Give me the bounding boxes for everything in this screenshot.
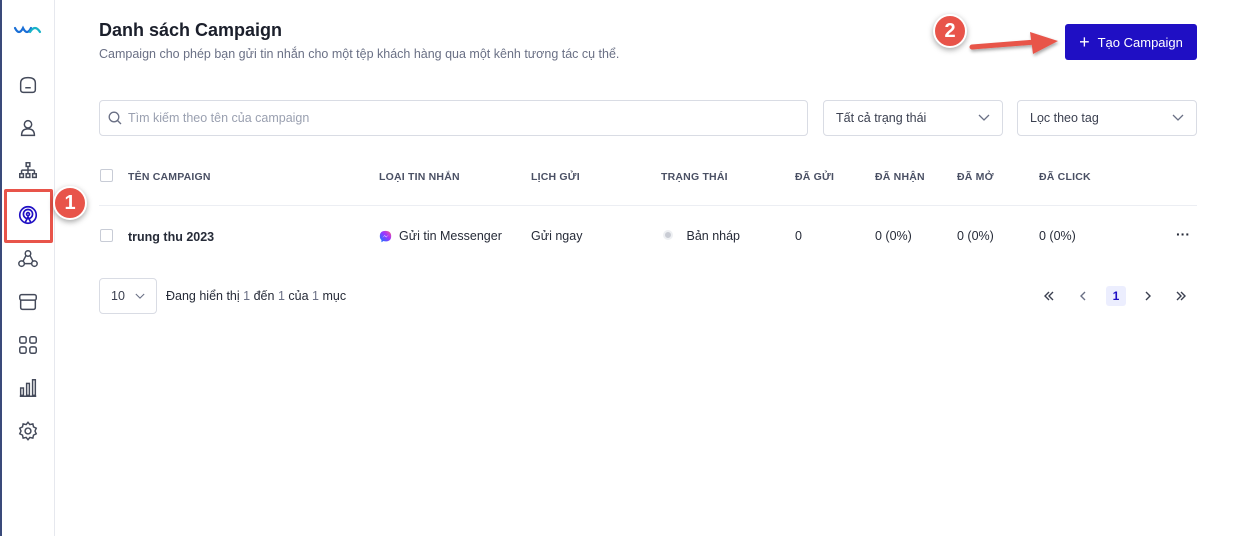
col-sent[interactable]: ĐÃ GỬI	[795, 171, 834, 183]
main-content: Danh sách Campaign Campaign cho phép bạn…	[56, 0, 1242, 536]
message-type-label: Gửi tin Messenger	[399, 229, 502, 243]
sidebar	[0, 0, 55, 536]
table-row[interactable]: trung thu 2023 Gửi tin Messenger Gửi nga…	[99, 207, 1197, 263]
nav-home-icon[interactable]	[15, 72, 41, 98]
row-more-actions-icon[interactable]: ···	[1176, 226, 1190, 242]
brand-logo[interactable]	[13, 22, 43, 40]
tag-filter-value: Lọc theo tag	[1030, 111, 1099, 125]
received-cell: 0 (0%)	[875, 229, 912, 243]
col-campaign-name[interactable]: TÊN CAMPAIGN	[128, 171, 211, 183]
campaign-name-link[interactable]: trung thu 2023	[128, 230, 214, 244]
page-size-select[interactable]: 10	[99, 278, 157, 314]
select-all-checkbox[interactable]	[100, 169, 113, 182]
col-received[interactable]: ĐÃ NHẬN	[875, 171, 925, 183]
page-subtitle: Campaign cho phép bạn gửi tin nhắn cho m…	[99, 47, 620, 61]
step-badge-2: 2	[933, 14, 967, 48]
sent-cell: 0	[795, 229, 802, 243]
nav-segments-icon[interactable]	[15, 246, 41, 272]
clicked-cell: 0 (0%)	[1039, 229, 1076, 243]
nav-settings-icon[interactable]	[15, 418, 41, 444]
status-cell: Bản nháp	[663, 229, 740, 243]
status-label: Bản nháp	[686, 229, 741, 243]
current-page-button[interactable]: 1	[1106, 286, 1126, 306]
page-title: Danh sách Campaign	[99, 20, 283, 40]
search-icon	[108, 111, 122, 125]
chevron-down-icon	[978, 114, 990, 121]
page-size-value: 10	[111, 289, 125, 303]
schedule-cell: Gửi ngay	[531, 229, 583, 243]
showing-of-word: của	[288, 289, 309, 303]
table-header: TÊN CAMPAIGN LOẠI TIN NHẮN LỊCH GỬI TRẠN…	[99, 158, 1197, 206]
tag-filter-select[interactable]: Lọc theo tag	[1017, 100, 1197, 136]
create-campaign-button[interactable]: + Tạo Campaign	[1065, 24, 1197, 60]
col-message-type[interactable]: LOẠI TIN NHẮN	[379, 171, 460, 183]
col-clicked[interactable]: ĐÃ CLICK	[1039, 171, 1091, 183]
message-type-cell: Gửi tin Messenger	[379, 229, 502, 246]
search-box[interactable]	[99, 100, 808, 136]
showing-to: 1	[277, 289, 285, 303]
showing-suffix: mục	[322, 289, 347, 303]
prev-page-icon[interactable]	[1076, 286, 1090, 306]
window-edge	[0, 0, 2, 536]
active-nav-highlight	[4, 189, 53, 243]
first-page-icon[interactable]	[1042, 286, 1056, 306]
status-filter-value: Tất cả trạng thái	[836, 111, 927, 125]
status-filter-select[interactable]: Tất cả trạng thái	[823, 100, 1003, 136]
showing-prefix: Đang hiển thị	[166, 289, 240, 303]
plus-icon: +	[1079, 32, 1090, 52]
nav-archive-icon[interactable]	[15, 289, 41, 315]
showing-total: 1	[312, 289, 319, 303]
nav-apps-grid-icon[interactable]	[15, 332, 41, 358]
nav-org-chart-icon[interactable]	[15, 158, 41, 184]
last-page-icon[interactable]	[1174, 286, 1188, 306]
messenger-icon	[379, 230, 392, 242]
nav-user-icon[interactable]	[15, 115, 41, 141]
arrow-annotation-icon	[969, 32, 1058, 54]
showing-from: 1	[243, 289, 251, 303]
showing-to-word: đến	[253, 289, 275, 303]
col-schedule[interactable]: LỊCH GỬI	[531, 171, 580, 183]
next-page-icon[interactable]	[1141, 286, 1155, 306]
opened-cell: 0 (0%)	[957, 229, 994, 243]
pagination-summary: Đang hiển thị 1 đến 1 của 1 mục	[166, 289, 346, 303]
status-dot-icon	[663, 230, 673, 240]
col-status[interactable]: TRẠNG THÁI	[661, 171, 728, 183]
chevron-down-icon	[1172, 114, 1184, 121]
row-checkbox[interactable]	[100, 229, 113, 242]
search-input[interactable]	[128, 111, 788, 125]
chevron-down-icon	[135, 293, 145, 299]
nav-reports-icon[interactable]	[15, 375, 41, 401]
col-opened[interactable]: ĐÃ MỞ	[957, 171, 994, 183]
create-campaign-label: Tạo Campaign	[1097, 34, 1183, 50]
